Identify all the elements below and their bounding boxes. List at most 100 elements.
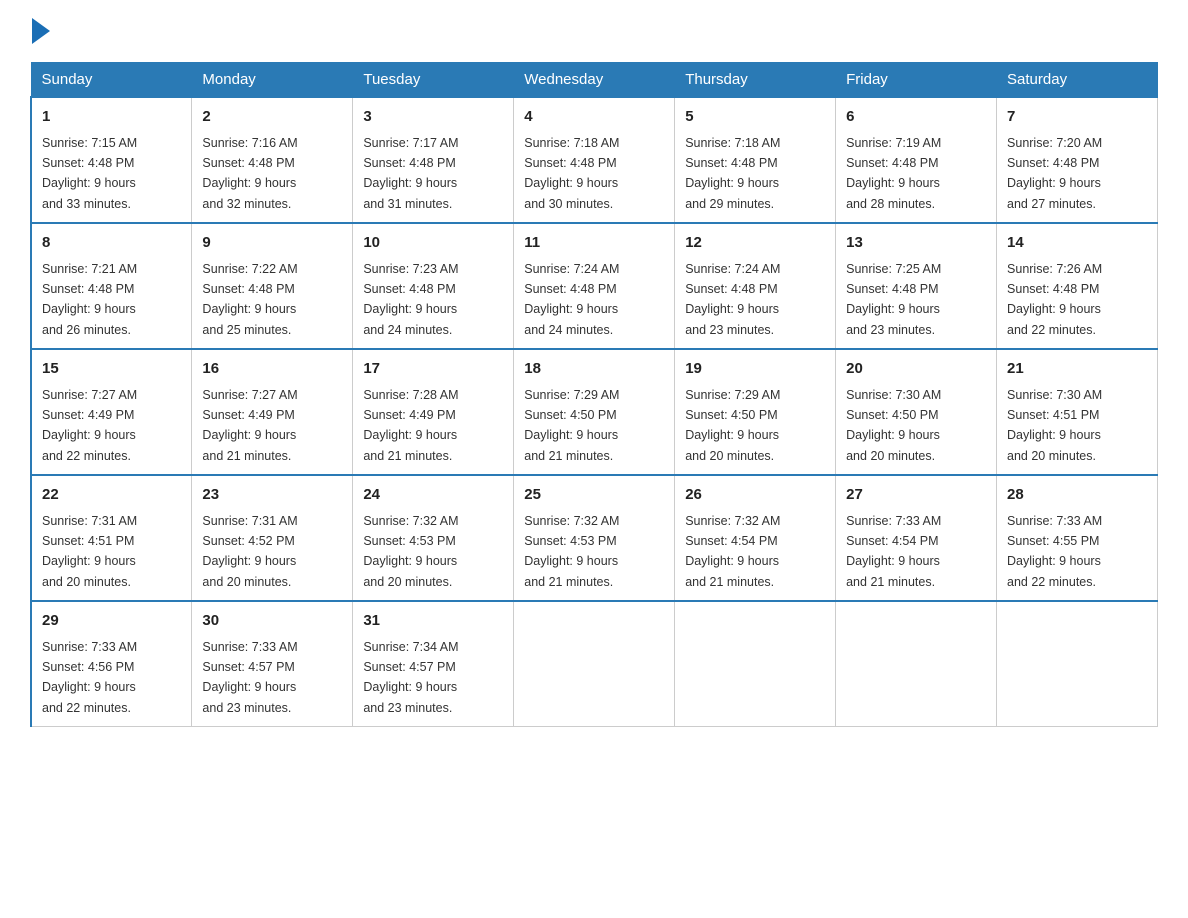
calendar-cell: 3 Sunrise: 7:17 AMSunset: 4:48 PMDayligh…	[353, 97, 514, 223]
day-number: 22	[42, 484, 181, 507]
day-info: Sunrise: 7:27 AMSunset: 4:49 PMDaylight:…	[202, 388, 297, 463]
day-info: Sunrise: 7:26 AMSunset: 4:48 PMDaylight:…	[1007, 262, 1102, 337]
calendar-cell: 18 Sunrise: 7:29 AMSunset: 4:50 PMDaylig…	[514, 349, 675, 475]
calendar-cell: 21 Sunrise: 7:30 AMSunset: 4:51 PMDaylig…	[997, 349, 1158, 475]
column-header-wednesday: Wednesday	[514, 63, 675, 98]
calendar-cell: 6 Sunrise: 7:19 AMSunset: 4:48 PMDayligh…	[836, 97, 997, 223]
calendar-cell: 12 Sunrise: 7:24 AMSunset: 4:48 PMDaylig…	[675, 223, 836, 349]
day-info: Sunrise: 7:30 AMSunset: 4:50 PMDaylight:…	[846, 388, 941, 463]
day-number: 16	[202, 358, 342, 381]
calendar-cell	[514, 601, 675, 727]
calendar-cell: 15 Sunrise: 7:27 AMSunset: 4:49 PMDaylig…	[31, 349, 192, 475]
calendar-cell: 20 Sunrise: 7:30 AMSunset: 4:50 PMDaylig…	[836, 349, 997, 475]
day-number: 29	[42, 610, 181, 633]
day-number: 5	[685, 106, 825, 129]
column-header-friday: Friday	[836, 63, 997, 98]
calendar-cell: 17 Sunrise: 7:28 AMSunset: 4:49 PMDaylig…	[353, 349, 514, 475]
day-number: 12	[685, 232, 825, 255]
calendar-week-row: 29 Sunrise: 7:33 AMSunset: 4:56 PMDaylig…	[31, 601, 1158, 727]
day-number: 14	[1007, 232, 1147, 255]
day-number: 7	[1007, 106, 1147, 129]
calendar-cell	[997, 601, 1158, 727]
calendar-cell: 25 Sunrise: 7:32 AMSunset: 4:53 PMDaylig…	[514, 475, 675, 601]
column-header-monday: Monday	[192, 63, 353, 98]
day-number: 18	[524, 358, 664, 381]
day-info: Sunrise: 7:17 AMSunset: 4:48 PMDaylight:…	[363, 136, 458, 211]
calendar-cell: 5 Sunrise: 7:18 AMSunset: 4:48 PMDayligh…	[675, 97, 836, 223]
day-number: 25	[524, 484, 664, 507]
calendar-week-row: 22 Sunrise: 7:31 AMSunset: 4:51 PMDaylig…	[31, 475, 1158, 601]
day-info: Sunrise: 7:15 AMSunset: 4:48 PMDaylight:…	[42, 136, 137, 211]
calendar-cell: 24 Sunrise: 7:32 AMSunset: 4:53 PMDaylig…	[353, 475, 514, 601]
calendar-cell: 16 Sunrise: 7:27 AMSunset: 4:49 PMDaylig…	[192, 349, 353, 475]
day-number: 23	[202, 484, 342, 507]
calendar-cell: 23 Sunrise: 7:31 AMSunset: 4:52 PMDaylig…	[192, 475, 353, 601]
calendar-cell: 27 Sunrise: 7:33 AMSunset: 4:54 PMDaylig…	[836, 475, 997, 601]
calendar-cell: 11 Sunrise: 7:24 AMSunset: 4:48 PMDaylig…	[514, 223, 675, 349]
calendar-cell: 4 Sunrise: 7:18 AMSunset: 4:48 PMDayligh…	[514, 97, 675, 223]
day-info: Sunrise: 7:33 AMSunset: 4:54 PMDaylight:…	[846, 514, 941, 589]
day-info: Sunrise: 7:19 AMSunset: 4:48 PMDaylight:…	[846, 136, 941, 211]
day-number: 3	[363, 106, 503, 129]
calendar-header-row: SundayMondayTuesdayWednesdayThursdayFrid…	[31, 63, 1158, 98]
calendar-cell: 31 Sunrise: 7:34 AMSunset: 4:57 PMDaylig…	[353, 601, 514, 727]
day-number: 26	[685, 484, 825, 507]
day-number: 17	[363, 358, 503, 381]
day-number: 2	[202, 106, 342, 129]
day-info: Sunrise: 7:28 AMSunset: 4:49 PMDaylight:…	[363, 388, 458, 463]
day-info: Sunrise: 7:25 AMSunset: 4:48 PMDaylight:…	[846, 262, 941, 337]
day-info: Sunrise: 7:29 AMSunset: 4:50 PMDaylight:…	[524, 388, 619, 463]
day-number: 1	[42, 106, 181, 129]
logo-arrow-icon	[32, 18, 50, 44]
calendar-cell: 1 Sunrise: 7:15 AMSunset: 4:48 PMDayligh…	[31, 97, 192, 223]
day-info: Sunrise: 7:32 AMSunset: 4:53 PMDaylight:…	[524, 514, 619, 589]
calendar-cell: 2 Sunrise: 7:16 AMSunset: 4:48 PMDayligh…	[192, 97, 353, 223]
day-number: 8	[42, 232, 181, 255]
calendar-cell: 9 Sunrise: 7:22 AMSunset: 4:48 PMDayligh…	[192, 223, 353, 349]
day-info: Sunrise: 7:33 AMSunset: 4:57 PMDaylight:…	[202, 640, 297, 715]
column-header-sunday: Sunday	[31, 63, 192, 98]
calendar-cell	[675, 601, 836, 727]
calendar-cell: 22 Sunrise: 7:31 AMSunset: 4:51 PMDaylig…	[31, 475, 192, 601]
day-number: 15	[42, 358, 181, 381]
day-info: Sunrise: 7:31 AMSunset: 4:52 PMDaylight:…	[202, 514, 297, 589]
calendar-week-row: 1 Sunrise: 7:15 AMSunset: 4:48 PMDayligh…	[31, 97, 1158, 223]
day-info: Sunrise: 7:20 AMSunset: 4:48 PMDaylight:…	[1007, 136, 1102, 211]
day-info: Sunrise: 7:34 AMSunset: 4:57 PMDaylight:…	[363, 640, 458, 715]
day-info: Sunrise: 7:23 AMSunset: 4:48 PMDaylight:…	[363, 262, 458, 337]
column-header-saturday: Saturday	[997, 63, 1158, 98]
logo	[30, 20, 50, 44]
day-number: 28	[1007, 484, 1147, 507]
day-info: Sunrise: 7:22 AMSunset: 4:48 PMDaylight:…	[202, 262, 297, 337]
column-header-thursday: Thursday	[675, 63, 836, 98]
day-number: 31	[363, 610, 503, 633]
calendar-cell: 13 Sunrise: 7:25 AMSunset: 4:48 PMDaylig…	[836, 223, 997, 349]
day-info: Sunrise: 7:18 AMSunset: 4:48 PMDaylight:…	[685, 136, 780, 211]
calendar-cell: 26 Sunrise: 7:32 AMSunset: 4:54 PMDaylig…	[675, 475, 836, 601]
calendar-week-row: 8 Sunrise: 7:21 AMSunset: 4:48 PMDayligh…	[31, 223, 1158, 349]
calendar-cell: 14 Sunrise: 7:26 AMSunset: 4:48 PMDaylig…	[997, 223, 1158, 349]
day-number: 19	[685, 358, 825, 381]
calendar-cell: 8 Sunrise: 7:21 AMSunset: 4:48 PMDayligh…	[31, 223, 192, 349]
day-info: Sunrise: 7:29 AMSunset: 4:50 PMDaylight:…	[685, 388, 780, 463]
day-number: 4	[524, 106, 664, 129]
day-info: Sunrise: 7:18 AMSunset: 4:48 PMDaylight:…	[524, 136, 619, 211]
calendar-week-row: 15 Sunrise: 7:27 AMSunset: 4:49 PMDaylig…	[31, 349, 1158, 475]
calendar-table: SundayMondayTuesdayWednesdayThursdayFrid…	[30, 62, 1158, 727]
calendar-cell: 7 Sunrise: 7:20 AMSunset: 4:48 PMDayligh…	[997, 97, 1158, 223]
calendar-cell: 19 Sunrise: 7:29 AMSunset: 4:50 PMDaylig…	[675, 349, 836, 475]
day-info: Sunrise: 7:24 AMSunset: 4:48 PMDaylight:…	[685, 262, 780, 337]
day-number: 10	[363, 232, 503, 255]
day-info: Sunrise: 7:32 AMSunset: 4:54 PMDaylight:…	[685, 514, 780, 589]
day-info: Sunrise: 7:32 AMSunset: 4:53 PMDaylight:…	[363, 514, 458, 589]
day-number: 9	[202, 232, 342, 255]
day-info: Sunrise: 7:33 AMSunset: 4:55 PMDaylight:…	[1007, 514, 1102, 589]
day-info: Sunrise: 7:30 AMSunset: 4:51 PMDaylight:…	[1007, 388, 1102, 463]
day-number: 20	[846, 358, 986, 381]
day-number: 21	[1007, 358, 1147, 381]
page-header	[30, 20, 1158, 44]
day-info: Sunrise: 7:31 AMSunset: 4:51 PMDaylight:…	[42, 514, 137, 589]
day-number: 24	[363, 484, 503, 507]
day-info: Sunrise: 7:24 AMSunset: 4:48 PMDaylight:…	[524, 262, 619, 337]
day-number: 11	[524, 232, 664, 255]
